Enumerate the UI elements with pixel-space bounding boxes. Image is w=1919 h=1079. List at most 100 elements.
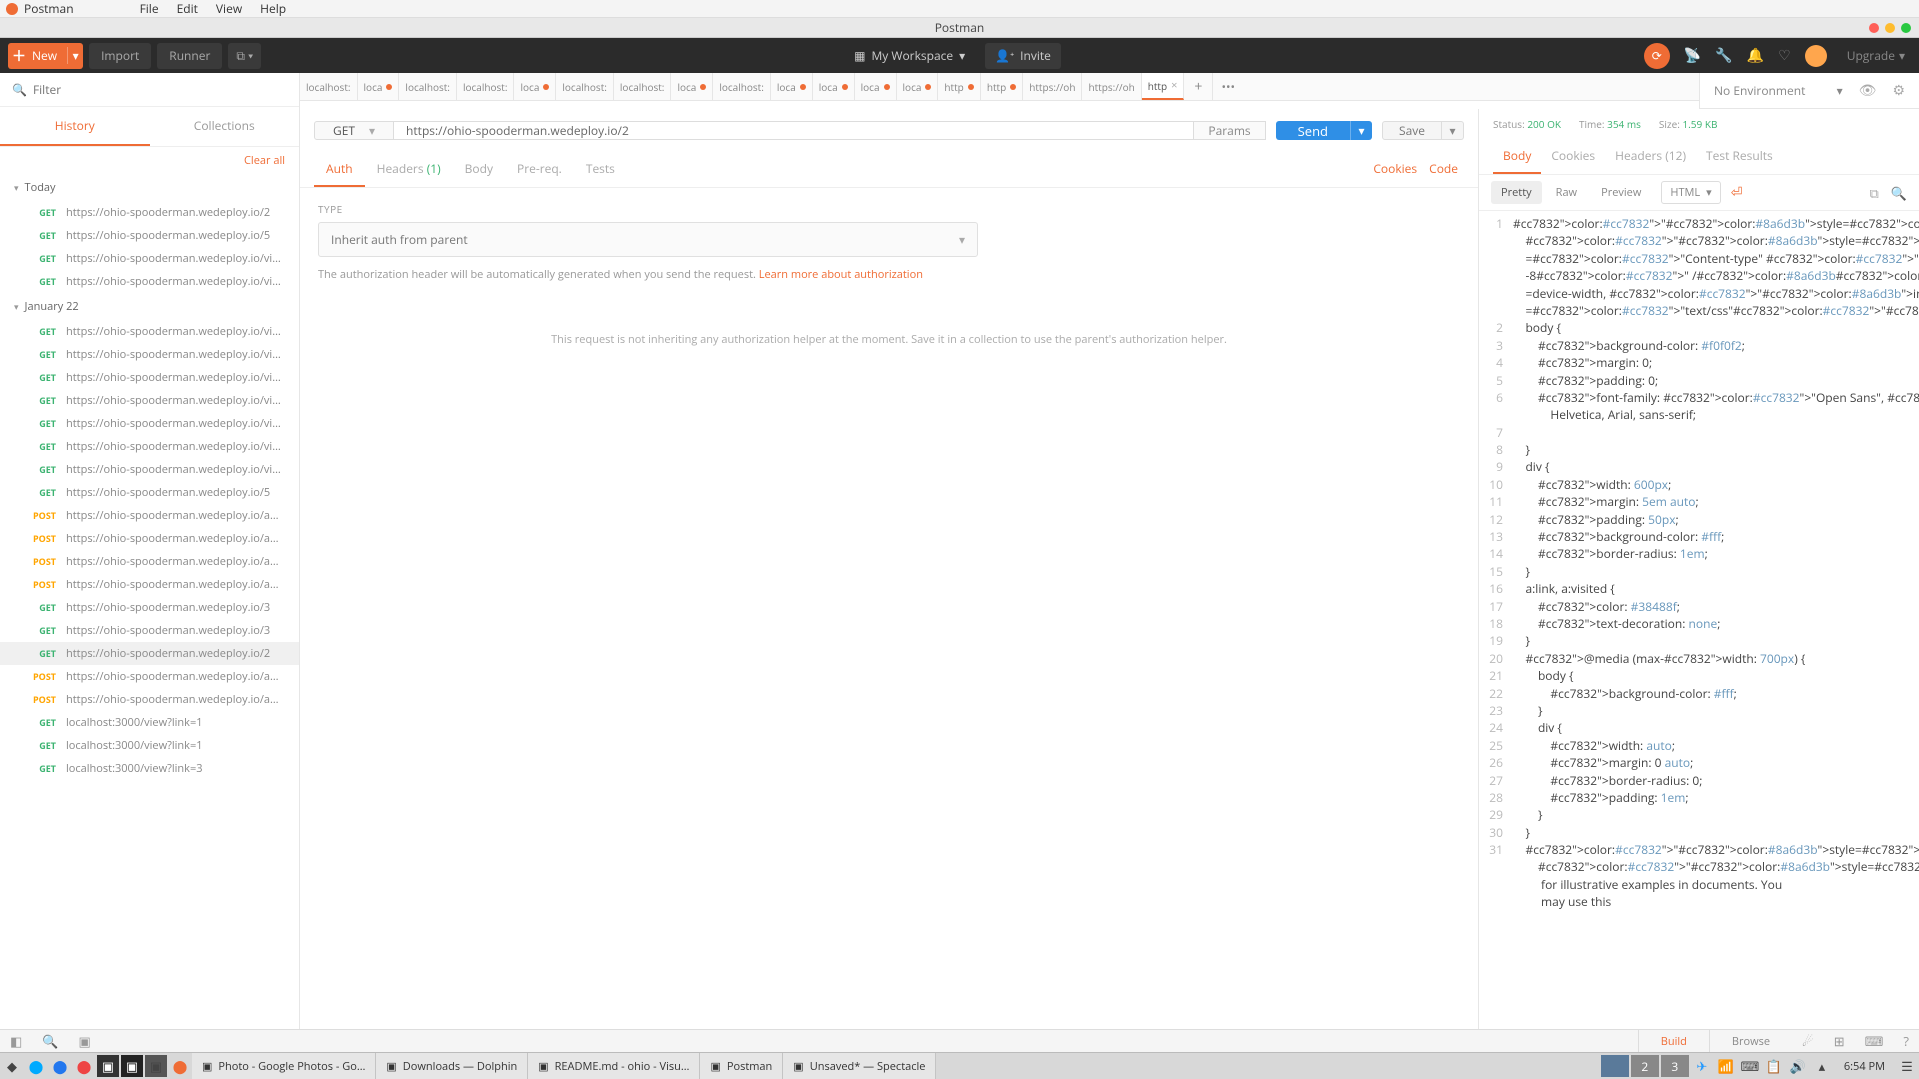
history-item[interactable]: GETlocalhost:3000/view?link=1 (0, 734, 299, 757)
find-icon[interactable]: 🔍 (32, 1032, 68, 1050)
send-button[interactable]: Send (1276, 121, 1350, 140)
request-tab[interactable]: http (938, 73, 980, 100)
menu-help[interactable]: Help (260, 0, 286, 17)
maximize-icon[interactable] (1901, 23, 1911, 33)
filter-input[interactable] (33, 81, 287, 98)
clock[interactable]: 6:54 PM (1834, 1059, 1895, 1074)
runner-button[interactable]: Runner (157, 43, 222, 69)
taskbar-window[interactable]: ▣Unsaved* — Spectacle (783, 1053, 936, 1079)
cookies-link[interactable]: Cookies (1367, 152, 1423, 187)
search-icon[interactable]: 🔍 (1891, 184, 1907, 202)
history-item[interactable]: GETlocalhost:3000/view?link=3 (0, 757, 299, 780)
notifications-icon[interactable]: ☰ (1896, 1055, 1918, 1077)
clipboard-icon[interactable]: 📋 (1763, 1055, 1785, 1077)
request-tab[interactable]: loca (855, 73, 897, 100)
copy-icon[interactable]: ⧉ (1870, 184, 1879, 202)
preview-button[interactable]: Preview (1591, 181, 1651, 204)
history-item[interactable]: POSThttps://ohio-spooderman.wedeploy.io/… (0, 527, 299, 550)
shortcuts-icon[interactable]: ⌨ (1855, 1032, 1894, 1050)
resp-tab-cookies[interactable]: Cookies (1541, 139, 1605, 174)
history-item[interactable]: GEThttps://ohio-spooderman.wedeploy.io/v… (0, 343, 299, 366)
telegram-icon[interactable]: ✈ (1691, 1055, 1713, 1077)
keyboard-icon[interactable]: ⌨ (1739, 1055, 1761, 1077)
history-item[interactable]: GEThttps://ohio-spooderman.wedeploy.io/v… (0, 412, 299, 435)
tab-headers[interactable]: Headers (1) (365, 152, 453, 187)
history-item[interactable]: GEThttps://ohio-spooderman.wedeploy.io/v… (0, 270, 299, 293)
start-icon[interactable]: ◆ (1, 1055, 23, 1077)
request-tab[interactable]: localhost: (614, 73, 672, 100)
history-item[interactable]: POSThttps://ohio-spooderman.wedeploy.io/… (0, 504, 299, 527)
browse-button[interactable]: Browse (1709, 1030, 1792, 1052)
request-tab[interactable]: localhost: (713, 73, 771, 100)
history-item[interactable]: GEThttps://ohio-spooderman.wedeploy.io/3 (0, 619, 299, 642)
request-tab[interactable]: loca (813, 73, 855, 100)
history-item[interactable]: GETlocalhost:3000/view?link=1 (0, 711, 299, 734)
close-icon[interactable]: × (1171, 78, 1177, 93)
desktop-switcher[interactable] (1601, 1055, 1629, 1077)
request-tab[interactable]: localhost: (457, 73, 515, 100)
method-selector[interactable]: GET ▾ (314, 121, 394, 140)
raw-button[interactable]: Raw (1546, 181, 1587, 204)
history-item[interactable]: GEThttps://ohio-spooderman.wedeploy.io/3 (0, 596, 299, 619)
history-item[interactable]: GEThttps://ohio-spooderman.wedeploy.io/v… (0, 366, 299, 389)
desktop-2[interactable]: 2 (1631, 1055, 1659, 1077)
volume-icon[interactable]: 🔊 (1787, 1055, 1809, 1077)
menu-file[interactable]: File (140, 0, 159, 17)
history-item[interactable]: GEThttps://ohio-spooderman.wedeploy.io/5 (0, 481, 299, 504)
taskbar-window[interactable]: ▣README.md - ohio - Visu… (528, 1053, 700, 1079)
satellite-icon[interactable]: 📡 (1684, 46, 1701, 65)
request-tab[interactable]: localhost: (399, 73, 457, 100)
request-tab[interactable]: http× (1142, 73, 1185, 100)
save-button[interactable]: Save (1382, 121, 1442, 140)
wrench-icon[interactable]: 🔧 (1715, 46, 1732, 65)
request-tab[interactable]: loca (671, 73, 713, 100)
environment-selector[interactable]: No Environment ▾ (1710, 82, 1847, 99)
tray-expand-icon[interactable]: ▴ (1811, 1055, 1833, 1077)
resp-tab-headers[interactable]: Headers (12) (1605, 139, 1696, 174)
history-item[interactable]: GEThttps://ohio-spooderman.wedeploy.io/v… (0, 247, 299, 270)
auth-type-selector[interactable]: Inherit auth from parent ▾ (318, 222, 978, 257)
eye-icon[interactable]: 👁 (1855, 81, 1881, 100)
window-button[interactable]: ⧉ ▾ (228, 43, 261, 69)
taskbar-app-icon[interactable]: ▣ (121, 1055, 143, 1077)
request-tab[interactable]: https://oh (1082, 73, 1141, 100)
taskbar-app-icon[interactable]: ⬤ (25, 1055, 47, 1077)
pretty-button[interactable]: Pretty (1491, 181, 1542, 204)
history-item[interactable]: POSThttps://ohio-spooderman.wedeploy.io/… (0, 665, 299, 688)
history-group[interactable]: Today (0, 174, 299, 201)
save-dropdown[interactable]: ▾ (1442, 121, 1464, 140)
help-icon[interactable]: ? (1893, 1032, 1919, 1050)
avatar[interactable] (1805, 45, 1827, 67)
history-item[interactable]: GEThttps://ohio-spooderman.wedeploy.io/5 (0, 224, 299, 247)
heart-icon[interactable]: ♡ (1778, 46, 1791, 65)
taskbar-app-icon[interactable]: ⬤ (169, 1055, 191, 1077)
resp-tab-body[interactable]: Body (1493, 139, 1541, 174)
tab-prereq[interactable]: Pre-req. (505, 152, 574, 187)
menu-edit[interactable]: Edit (177, 0, 198, 17)
request-tab[interactable]: https://oh (1023, 73, 1082, 100)
workspace-selector[interactable]: ▦ My Workspace ▾ (844, 43, 975, 69)
taskbar-app-icon[interactable]: ▣ (145, 1055, 167, 1077)
clear-all-link[interactable]: Clear all (0, 147, 299, 174)
response-body[interactable]: 1#cc7832">color:#cc7832">"#cc7832">color… (1479, 211, 1919, 1029)
layout-icon[interactable]: ⊞ (1824, 1032, 1855, 1050)
history-item[interactable]: GEThttps://ohio-spooderman.wedeploy.io/2 (0, 642, 299, 665)
add-tab-button[interactable]: + (1184, 73, 1213, 100)
request-tab[interactable]: http (981, 73, 1023, 100)
console-icon[interactable]: ▣ (68, 1032, 100, 1050)
request-tab[interactable]: localhost: (300, 73, 358, 100)
tab-collections[interactable]: Collections (150, 107, 300, 146)
sidebar-toggle-icon[interactable]: ◧ (0, 1032, 32, 1050)
tab-body[interactable]: Body (453, 152, 505, 187)
taskbar-app-icon[interactable]: ⬤ (49, 1055, 71, 1077)
desktop-3[interactable]: 3 (1661, 1055, 1689, 1077)
request-tab[interactable]: localhost: (556, 73, 614, 100)
menu-view[interactable]: View (216, 0, 242, 17)
new-button[interactable]: ＋ New ▾ (8, 43, 83, 69)
build-button[interactable]: Build (1638, 1030, 1709, 1052)
sync-icon[interactable]: ⟳ (1644, 43, 1670, 69)
invite-button[interactable]: 👤⁺ Invite (985, 43, 1061, 69)
history-item[interactable]: POSThttps://ohio-spooderman.wedeploy.io/… (0, 550, 299, 573)
url-input[interactable]: https://ohio-spooderman.wedeploy.io/2 (394, 121, 1194, 140)
auth-learn-more-link[interactable]: Learn more about authorization (759, 267, 923, 282)
